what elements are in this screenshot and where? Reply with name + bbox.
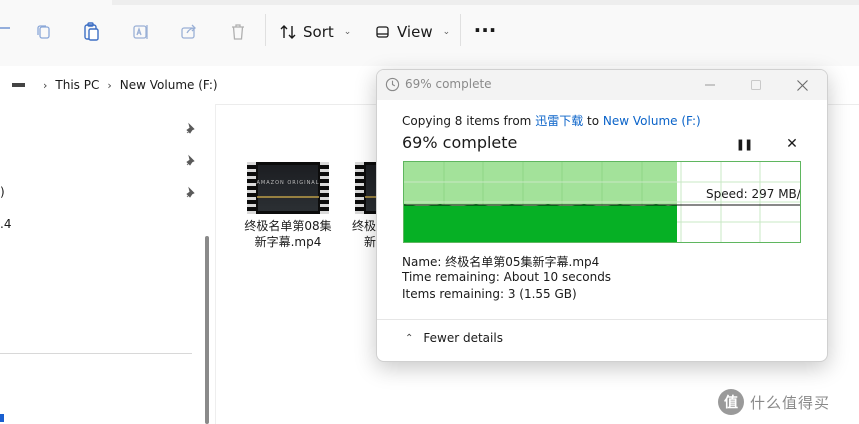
- speed-label: Speed: 297 MB/s: [706, 187, 801, 201]
- pin-icon[interactable]: [184, 122, 198, 136]
- pane-divider: [215, 104, 216, 424]
- nav-divider: [0, 353, 192, 354]
- drive-icon: [12, 83, 25, 87]
- maximize-icon: [751, 80, 761, 90]
- nav-scrollbar[interactable]: [205, 236, 209, 424]
- share-icon[interactable]: [177, 20, 201, 44]
- pause-icon: ❚❚: [735, 137, 753, 151]
- cut-icon[interactable]: [0, 20, 18, 44]
- watermark-badge: 值: [718, 389, 744, 415]
- sort-label: Sort: [303, 23, 334, 41]
- watermark-logo: 值 什么值得买: [718, 389, 830, 415]
- chevron-down-icon: ⌄: [343, 27, 352, 37]
- thumbnail-text: AMAZON ORIGINAL: [256, 180, 320, 186]
- toolbar-separator: [265, 14, 266, 46]
- copy-icon[interactable]: [32, 20, 56, 44]
- minimize-icon: [705, 84, 715, 86]
- tab-strip-edge: [112, 0, 859, 5]
- command-bar: Sort ⌄ View ⌄ ···: [0, 0, 859, 67]
- view-icon: [376, 26, 389, 38]
- file-item[interactable]: AMAZON ORIGINAL 终极名单第08集 新字幕.mp4: [238, 160, 338, 250]
- source-link[interactable]: 迅雷下载: [535, 114, 583, 128]
- copy-progress-dialog: 69% complete Copying 8 items from 迅雷下载 t…: [376, 69, 828, 362]
- toolbar-separator: [460, 14, 461, 46]
- more-label: ···: [473, 18, 497, 42]
- delete-icon[interactable]: [226, 20, 250, 44]
- dialog-divider: [377, 319, 827, 320]
- chevron-down-icon: ⌄: [442, 27, 451, 37]
- file-name-line: 终极名单第08集: [244, 219, 332, 233]
- sort-button[interactable]: Sort ⌄: [279, 18, 351, 46]
- paste-icon[interactable]: [80, 20, 104, 44]
- close-icon: [796, 79, 808, 91]
- close-button[interactable]: [779, 70, 825, 100]
- fewer-details-button[interactable]: ⌃ Fewer details: [405, 331, 503, 345]
- cancel-button[interactable]: ✕: [781, 134, 803, 154]
- minimize-button[interactable]: [687, 70, 733, 100]
- pin-icon[interactable]: [184, 154, 198, 168]
- chevron-right-icon: ›: [43, 78, 48, 92]
- view-button[interactable]: View ⌄: [375, 18, 450, 46]
- view-label: View: [397, 23, 433, 41]
- pause-button[interactable]: ❚❚: [733, 134, 755, 154]
- progress-heading: 69% complete: [402, 133, 518, 152]
- video-thumbnail: AMAZON ORIGINAL: [247, 162, 329, 214]
- breadcrumb-new-volume[interactable]: New Volume (F:): [120, 78, 218, 92]
- current-file-name: Name: 终极名单第05集新字幕.mp4: [402, 255, 600, 269]
- dialog-title: 69% complete: [405, 77, 492, 91]
- items-remaining: Items remaining: 3 (1.55 GB): [402, 287, 577, 301]
- pin-icon[interactable]: [184, 186, 198, 200]
- speed-graph-svg: [404, 162, 800, 242]
- fewer-details-label: Fewer details: [423, 331, 503, 345]
- copy-summary: Copying 8 items from 迅雷下载 to New Volume …: [402, 112, 701, 129]
- sort-icon: [280, 25, 296, 39]
- dialog-title-bar[interactable]: 69% complete: [377, 70, 827, 100]
- close-icon: ✕: [786, 136, 798, 152]
- rename-icon[interactable]: [129, 20, 153, 44]
- navigation-pane: ) .4: [0, 104, 215, 424]
- breadcrumb-this-pc[interactable]: This PC: [55, 78, 99, 92]
- copy-mid: to: [583, 114, 603, 128]
- time-remaining: Time remaining: About 10 seconds: [402, 270, 612, 284]
- nav-selection-indicator: [0, 414, 4, 422]
- chevron-up-icon: ⌃: [405, 332, 414, 344]
- clock-icon: [385, 77, 400, 92]
- transfer-speed-graph: Speed: 297 MB/s: [403, 161, 801, 243]
- copy-prefix: Copying 8 items from: [402, 114, 536, 128]
- maximize-button[interactable]: [733, 70, 779, 100]
- nav-item-fragment[interactable]: ): [0, 185, 5, 199]
- watermark-text: 什么值得买: [750, 393, 831, 412]
- file-name-line: 新字幕.mp4: [254, 235, 322, 249]
- nav-item-fragment[interactable]: .4: [0, 217, 11, 231]
- chevron-right-icon: ›: [107, 78, 112, 92]
- more-icon[interactable]: ···: [473, 18, 497, 42]
- destination-link[interactable]: New Volume (F:): [603, 114, 701, 128]
- graph-throughput-fill: [404, 204, 677, 242]
